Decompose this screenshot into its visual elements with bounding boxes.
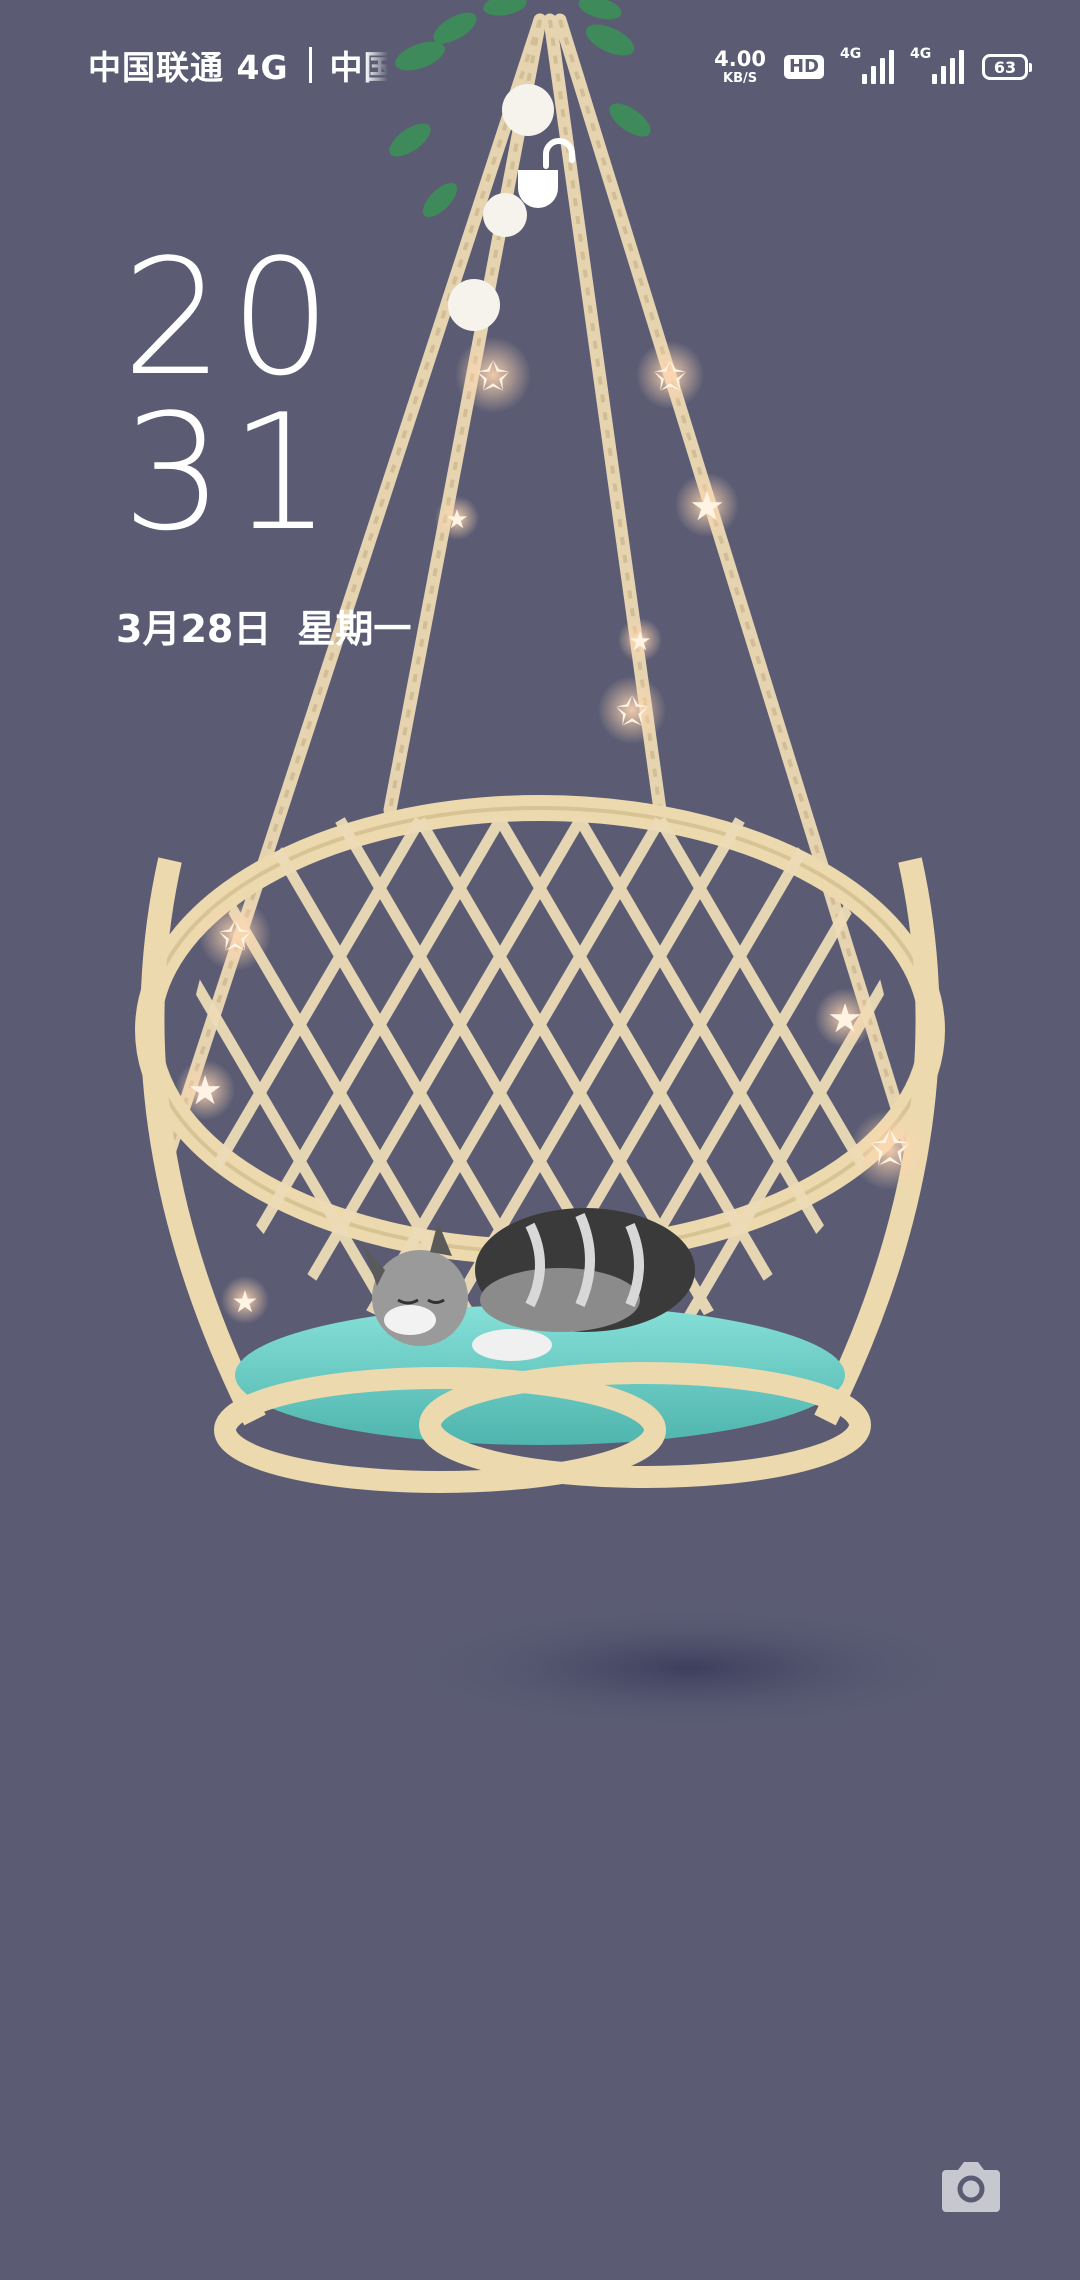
carrier-sim2: 中国: [329, 48, 388, 87]
sim1-signal-icon: 4G: [840, 46, 894, 84]
svg-text:★: ★: [827, 996, 863, 1042]
carrier-separator: [308, 47, 312, 83]
unlocked-padlock-icon[interactable]: [512, 138, 580, 214]
weekday-text: 星期一: [297, 607, 412, 651]
floor-shadow: [390, 1602, 990, 1734]
status-bar: 中国联通 4G 中国 4.00 KB/S HD 4G 4G 63: [0, 0, 1080, 130]
sim1-network-type: 4G: [840, 46, 862, 62]
clock-hours: 20: [122, 224, 338, 411]
battery-level: 63: [993, 57, 1017, 77]
svg-text:✩: ✩: [653, 354, 687, 400]
status-icons: 4.00 KB/S HD 4G 4G 63: [714, 44, 1032, 90]
svg-text:★: ★: [187, 1068, 223, 1114]
battery-icon: 63: [982, 54, 1032, 80]
svg-text:★: ★: [689, 484, 725, 530]
date-text: 3月28日: [116, 607, 272, 651]
svg-text:✩: ✩: [615, 689, 649, 735]
svg-text:★: ★: [232, 1285, 259, 1320]
svg-text:★: ★: [445, 505, 468, 535]
sim2-network-type: 4G: [910, 46, 932, 62]
svg-text:✩: ✩: [870, 1121, 910, 1177]
lock-date: 3月28日 星期一: [116, 598, 411, 653]
carrier-info: 中国联通 4G 中国: [88, 42, 388, 88]
network-speed: 4.00 KB/S: [714, 47, 766, 86]
lock-clock: 20 31: [122, 224, 338, 566]
svg-text:★: ★: [628, 627, 651, 657]
hd-voice-icon: HD: [783, 55, 824, 79]
sim2-signal-icon: 4G: [910, 46, 964, 84]
svg-text:✩: ✩: [218, 914, 252, 960]
clock-minutes: 31: [122, 379, 338, 566]
camera-icon[interactable]: [940, 2156, 1002, 2214]
network-speed-value: 4.00: [714, 47, 766, 71]
network-speed-unit: KB/S: [723, 71, 758, 86]
svg-text:✩: ✩: [476, 354, 510, 400]
carrier-sim1: 中国联通 4G: [88, 48, 289, 87]
lock-screen: ✩ ✩ ★ ★ ★ ✩ ✩ ★ ★ ★ ✩ 中国联通 4G 中国 4.00 KB: [0, 0, 1080, 2280]
